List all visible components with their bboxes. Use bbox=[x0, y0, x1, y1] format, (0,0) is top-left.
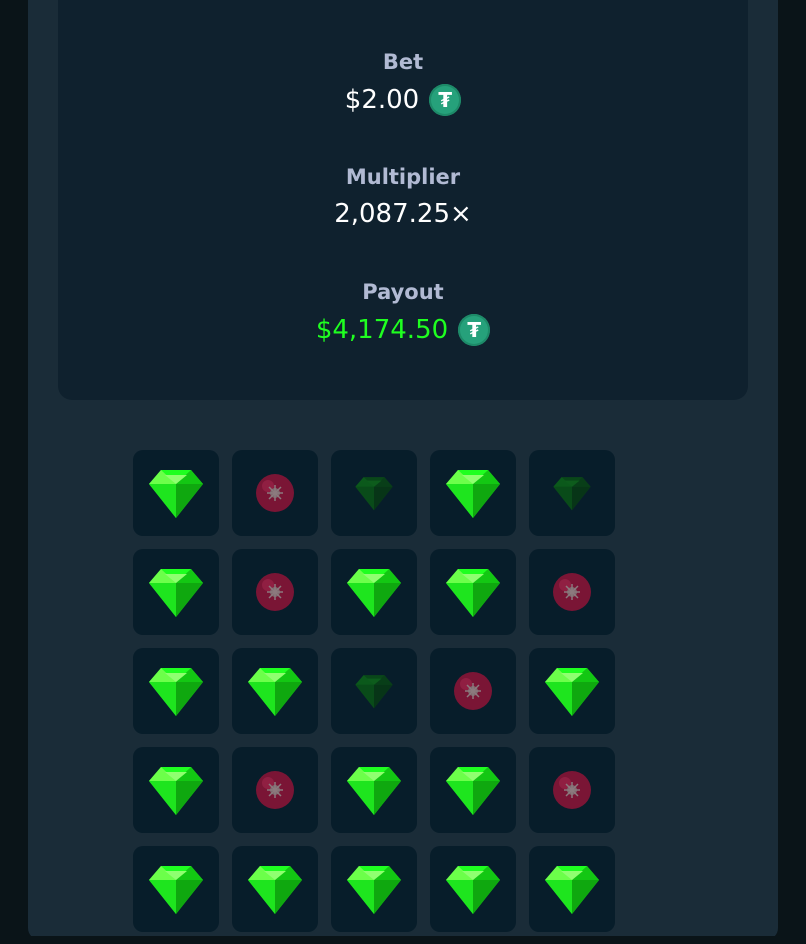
tile-gem-dim[interactable] bbox=[331, 648, 417, 734]
multiplier-stat: Multiplier 2,087.25× bbox=[58, 165, 748, 229]
tile-gem[interactable] bbox=[331, 747, 417, 833]
tile-gem-dim[interactable] bbox=[331, 450, 417, 536]
gem-icon bbox=[553, 477, 591, 511]
tile-mine[interactable] bbox=[529, 549, 615, 635]
gem-icon bbox=[149, 767, 203, 815]
mine-icon bbox=[256, 573, 294, 611]
tile-gem[interactable] bbox=[529, 846, 615, 932]
tether-icon: ₮ bbox=[458, 314, 491, 346]
gem-icon bbox=[446, 569, 500, 617]
bet-label: Bet bbox=[382, 50, 424, 74]
tether-icon: ₮ bbox=[429, 84, 462, 116]
multiplier-label: Multiplier bbox=[345, 165, 461, 189]
tile-gem[interactable] bbox=[430, 747, 516, 833]
gem-icon bbox=[545, 668, 599, 716]
mine-icon bbox=[256, 771, 294, 809]
tile-gem[interactable] bbox=[331, 846, 417, 932]
mine-icon bbox=[454, 672, 492, 710]
multiplier-value: 2,087.25× bbox=[334, 199, 472, 229]
payout-stat: Payout $4,174.50 ₮ bbox=[58, 280, 748, 346]
gem-icon bbox=[149, 668, 203, 716]
gem-icon bbox=[446, 866, 500, 914]
tile-gem[interactable] bbox=[232, 648, 318, 734]
gem-icon bbox=[355, 675, 393, 709]
tile-mine[interactable] bbox=[232, 747, 318, 833]
payout-value-row: $4,174.50 ₮ bbox=[58, 314, 748, 346]
mines-grid bbox=[133, 450, 615, 932]
tile-mine[interactable] bbox=[232, 549, 318, 635]
tile-gem[interactable] bbox=[133, 450, 219, 536]
gem-icon bbox=[446, 470, 500, 518]
tile-mine[interactable] bbox=[529, 747, 615, 833]
bet-value: $2.00 bbox=[344, 85, 420, 115]
gem-icon bbox=[347, 569, 401, 617]
bet-stat: Bet $2.00 ₮ bbox=[58, 50, 748, 116]
gem-icon bbox=[149, 569, 203, 617]
gem-icon bbox=[248, 866, 302, 914]
gem-icon bbox=[248, 668, 302, 716]
gem-icon bbox=[149, 470, 203, 518]
tile-gem[interactable] bbox=[529, 648, 615, 734]
payout-label: Payout bbox=[362, 280, 444, 304]
gem-icon bbox=[347, 767, 401, 815]
bet-value-row: $2.00 ₮ bbox=[58, 84, 748, 116]
tile-gem[interactable] bbox=[133, 648, 219, 734]
mine-icon bbox=[256, 474, 294, 512]
tile-gem[interactable] bbox=[430, 846, 516, 932]
gem-icon bbox=[545, 866, 599, 914]
gem-icon bbox=[347, 866, 401, 914]
multiplier-value-row: 2,087.25× bbox=[58, 199, 748, 229]
tile-mine[interactable] bbox=[430, 648, 516, 734]
payout-value: $4,174.50 bbox=[315, 315, 449, 345]
tile-gem[interactable] bbox=[430, 450, 516, 536]
gem-icon bbox=[355, 477, 393, 511]
result-card: Bet $2.00 ₮ Multiplier 2,087.25× Payout … bbox=[58, 0, 748, 400]
tile-gem[interactable] bbox=[430, 549, 516, 635]
tile-mine[interactable] bbox=[232, 450, 318, 536]
tile-gem[interactable] bbox=[133, 846, 219, 932]
mine-icon bbox=[553, 573, 591, 611]
bottom-bar bbox=[0, 936, 806, 944]
mine-icon bbox=[553, 771, 591, 809]
tile-gem[interactable] bbox=[133, 747, 219, 833]
tile-gem-dim[interactable] bbox=[529, 450, 615, 536]
gem-icon bbox=[149, 866, 203, 914]
tile-gem[interactable] bbox=[232, 846, 318, 932]
tile-gem[interactable] bbox=[331, 549, 417, 635]
gem-icon bbox=[446, 767, 500, 815]
tile-gem[interactable] bbox=[133, 549, 219, 635]
